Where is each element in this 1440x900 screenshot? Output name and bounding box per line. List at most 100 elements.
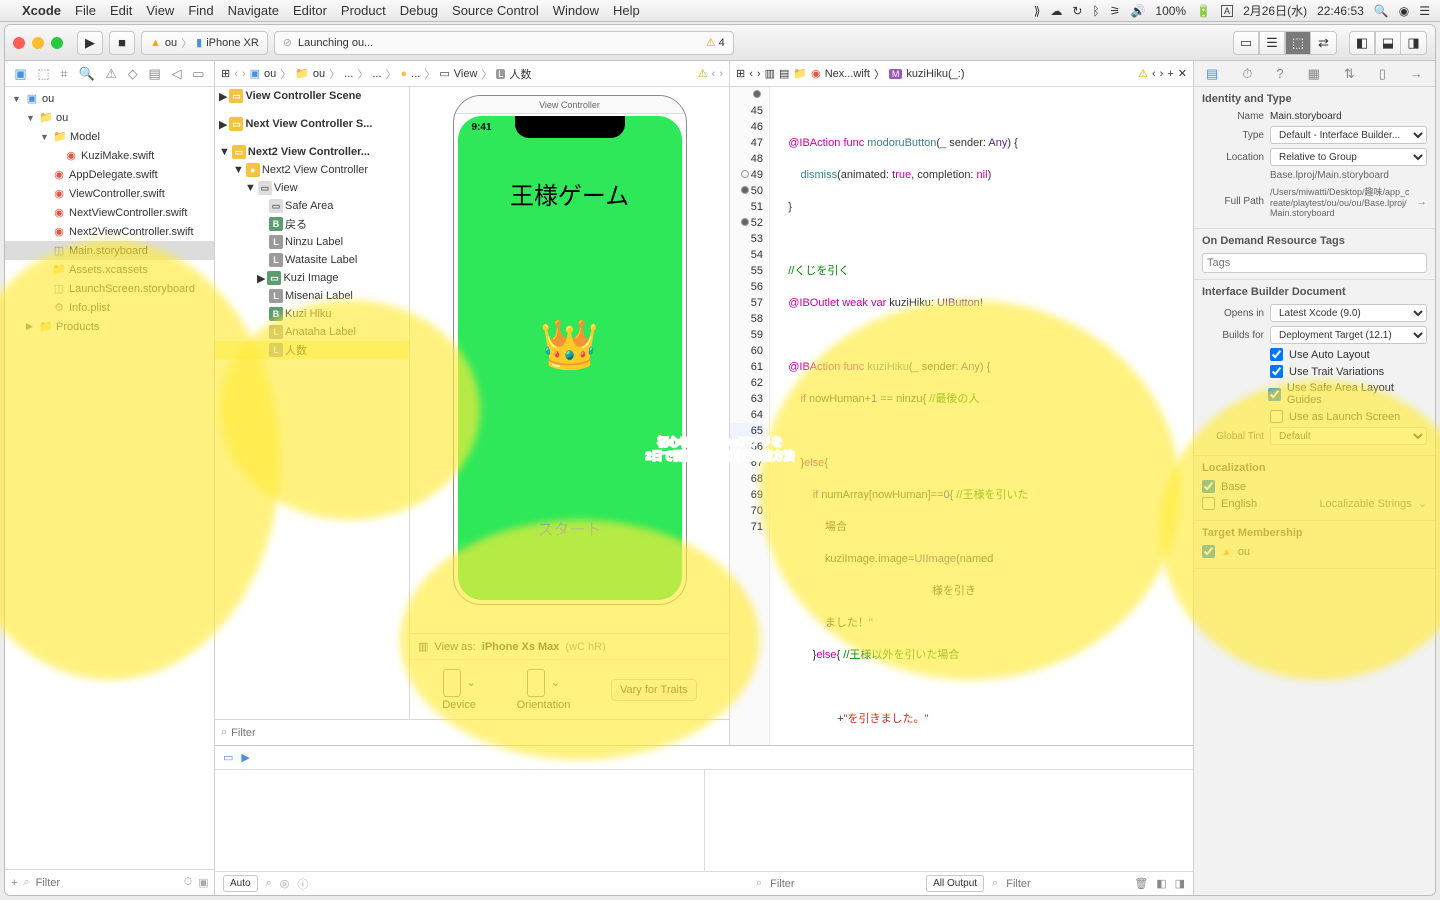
input-source-icon[interactable]: A [1221,5,1233,17]
toggle-inspector-button[interactable]: ◨ [1401,31,1427,55]
opens-in-select[interactable]: Latest Xcode (9.0) [1270,304,1427,322]
variables-scope-select[interactable]: Auto [223,875,258,892]
outline-item-1[interactable]: LNinzu Label [215,233,409,251]
jump-bar-left[interactable]: ⊞‹› ▣ou〉 📁ou〉 ...〉 ...〉 ●...〉 ▭View〉 L人数… [215,61,729,87]
outline-scene1[interactable]: ▶▭View Controller Scene [215,87,409,105]
outline-item-3[interactable]: ▶▭Kuzi Image [215,269,409,287]
tree-file-mainsb[interactable]: ◫Main.storyboard [5,241,214,260]
scheme-selector[interactable]: ▲ou 〉 ▮iPhone XR [141,31,268,55]
outline-vc[interactable]: ▼●Next2 View Controller [215,161,409,179]
console-output-select[interactable]: All Output [926,875,984,892]
outline-item-2[interactable]: LWatasite Label [215,251,409,269]
traitvar-checkbox[interactable] [1270,365,1283,378]
global-tint-select[interactable]: Default [1270,427,1427,445]
menu-editor[interactable]: Editor [293,3,327,18]
stop-button[interactable]: ■ [109,31,135,55]
document-outline[interactable]: ▶▭View Controller Scene ▶▭Next View Cont… [215,87,410,719]
target-ou-checkbox[interactable] [1202,545,1215,558]
reveal-in-finder-icon[interactable]: → [1416,196,1427,208]
toggle-console-icon[interactable]: ◨ [1175,877,1185,890]
clear-console-icon[interactable]: 🗑 [1134,877,1148,890]
report-navigator-tab[interactable]: ▭ [192,66,204,82]
tree-file-nextvc[interactable]: ◉NextViewController.swift [5,203,214,222]
attributes-inspector-tab[interactable]: ⇅ [1344,66,1355,82]
sync-icon[interactable]: ↻ [1072,4,1082,18]
battery-icon[interactable]: 🔋 [1196,4,1211,18]
device-picker[interactable]: ⌄Device [442,669,476,711]
project-navigator-tab[interactable]: ▣ [14,66,26,82]
test-navigator-tab[interactable]: ◇ [128,66,138,82]
autolayout-checkbox[interactable] [1270,348,1283,361]
builds-for-select[interactable]: Deployment Target (12.1) [1270,326,1427,344]
jump-bar-right[interactable]: ⊞‹› ▥▤📁 ◉Nex...wift〉 MkuziHiku(_:) ⚠‹› +… [730,61,1193,87]
menu-file[interactable]: File [75,3,96,18]
toggle-device-bar-icon[interactable]: ▥ [418,640,428,653]
outline-safe[interactable]: ▭Safe Area [215,197,409,215]
bluetooth-icon[interactable]: ᛒ [1092,4,1099,18]
variables-view[interactable] [215,770,705,871]
connections-inspector-tab[interactable]: → [1410,66,1423,81]
ib-canvas[interactable]: View Controller 9:41 王様ゲーム 👑 スタート [410,87,729,719]
menu-navigate[interactable]: Navigate [228,3,279,18]
assistant-editor-button[interactable]: ☰ [1259,31,1285,55]
outline-scene2[interactable]: ▶▭Next View Controller S... [215,115,409,133]
menubar-date[interactable]: 2月26日(水) [1243,2,1307,19]
vary-for-traits-button[interactable]: Vary for Traits [611,679,697,701]
volume-icon[interactable]: 🔊 [1130,4,1145,18]
outline-item-4[interactable]: LMisenai Label [215,287,409,305]
outline-view[interactable]: ▼▭View [215,179,409,197]
variables-filter-input[interactable] [770,878,890,890]
spotlight-icon[interactable]: 🔍 [1374,4,1389,18]
toggle-breakpoints-icon[interactable]: ▭ [223,751,233,764]
source-control-navigator-tab[interactable]: ⬚ [37,66,49,82]
outline-item-6[interactable]: LAnataha Label [215,323,409,341]
console-filter-input[interactable] [1006,878,1126,890]
run-button[interactable]: ▶ [77,31,103,55]
menu-product[interactable]: Product [341,3,386,18]
file-inspector-tab[interactable]: ▤ [1206,66,1218,82]
tree-file-kuzimake[interactable]: ◉KuziMake.swift [5,146,214,165]
wifi-icon[interactable]: ⚞ [1110,4,1121,18]
recent-filter-icon[interactable]: ⏱ [184,876,193,889]
viewas-device[interactable]: iPhone Xs Max [482,641,560,653]
editor-options-button[interactable]: ⇄ [1311,31,1337,55]
tree-group-ou[interactable]: ▼📁ou [5,108,214,127]
status-icon[interactable]: ⟫ [1034,4,1041,18]
identity-inspector-tab[interactable]: ▦ [1308,66,1320,82]
app-menu[interactable]: Xcode [22,3,61,18]
project-tree[interactable]: ▼▣ou ▼📁ou ▼📁Model ◉KuziMake.swift ◉AppDe… [5,87,214,869]
debug-navigator-tab[interactable]: ▤ [149,66,161,82]
navigator-filter-input[interactable] [36,877,178,889]
tree-file-viewcontroller[interactable]: ◉ViewController.swift [5,184,214,203]
continue-icon[interactable]: ▶ [241,751,249,764]
find-navigator-tab[interactable]: 🔍 [78,66,94,82]
menu-sourcecontrol[interactable]: Source Control [452,3,539,18]
tags-field[interactable] [1202,253,1427,273]
tree-group-products[interactable]: ▶📁Products [5,317,214,336]
menubar-time[interactable]: 22:46:53 [1317,4,1364,18]
history-inspector-tab[interactable]: ⏱ [1242,66,1252,82]
console-view[interactable] [705,770,1194,871]
menu-window[interactable]: Window [553,3,599,18]
orientation-picker[interactable]: ⌄Orientation [517,669,571,711]
add-assistant-icon[interactable]: + [1167,68,1173,80]
siri-icon[interactable]: ◉ [1399,4,1409,18]
outline-item-0[interactable]: B戻る [215,215,409,233]
battery-percent[interactable]: 100% [1155,4,1186,18]
menu-find[interactable]: Find [188,3,213,18]
outline-item-5[interactable]: BKuzi Hiku [215,305,409,323]
base-loc-checkbox[interactable] [1202,480,1215,493]
english-loc-checkbox[interactable] [1202,497,1215,510]
notification-center-icon[interactable]: ☰ [1419,4,1430,18]
size-inspector-tab[interactable]: ▯ [1379,66,1386,82]
breakpoint-navigator-tab[interactable]: ◁ [172,66,182,82]
menu-debug[interactable]: Debug [400,3,438,18]
tree-file-appdelegate[interactable]: ◉AppDelegate.swift [5,165,214,184]
zoom-button[interactable] [51,37,63,49]
menu-help[interactable]: Help [613,3,640,18]
dropbox-icon[interactable]: ☁ [1050,4,1062,18]
warning-badge[interactable]: ⚠ 4 [706,36,725,49]
menu-view[interactable]: View [146,3,174,18]
tree-project[interactable]: ▼▣ou [5,89,214,108]
safearea-checkbox[interactable] [1268,388,1281,401]
